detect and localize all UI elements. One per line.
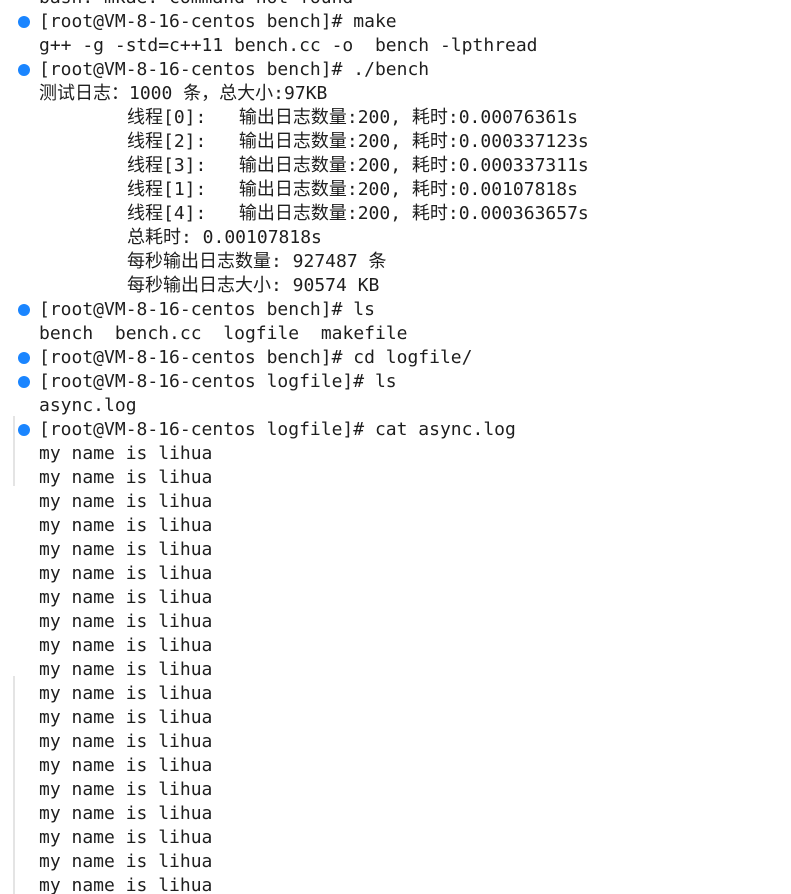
line-text: 线程[2]: 输出日志数量:200, 耗时:0.000337123s bbox=[127, 131, 589, 152]
line-text: [root@VM-8-16-centos logfile]# ls bbox=[39, 371, 397, 392]
line-text: my name is lihua bbox=[39, 491, 213, 512]
line-text: [root@VM-8-16-centos bench]# make bbox=[39, 11, 397, 32]
line-text: [root@VM-8-16-centos bench]# cd logfile/ bbox=[39, 347, 473, 368]
ls-entry-plain: bench.cc bbox=[114, 323, 202, 344]
output-line: my name is lihua bbox=[0, 562, 791, 586]
ls-output-line: bench bench.cc logfile makefile bbox=[0, 322, 791, 346]
output-line: my name is lihua bbox=[0, 874, 791, 894]
output-line: my name is lihua bbox=[0, 802, 791, 826]
line-text: 线程[3]: 输出日志数量:200, 耗时:0.000337311s bbox=[127, 155, 589, 176]
line-text: bash: mkae: command not found bbox=[39, 0, 353, 8]
line-text: g++ -g -std=c++11 bench.cc -o bench -lpt… bbox=[39, 35, 538, 56]
command-line: [root@VM-8-16-centos bench]# make bbox=[0, 10, 791, 34]
output-line: 每秒输出日志数量: 927487 条 bbox=[0, 250, 791, 274]
line-text: my name is lihua bbox=[39, 875, 213, 894]
line-text: my name is lihua bbox=[39, 539, 213, 560]
scroll-gutter-marker bbox=[13, 676, 15, 894]
line-text: my name is lihua bbox=[39, 707, 213, 728]
line-text: my name is lihua bbox=[39, 467, 213, 488]
command-status-dot-icon[interactable] bbox=[18, 376, 30, 388]
line-text: my name is lihua bbox=[39, 779, 213, 800]
output-line: 总耗时: 0.00107818s bbox=[0, 226, 791, 250]
output-line: async.log bbox=[0, 394, 791, 418]
line-text: my name is lihua bbox=[39, 803, 213, 824]
output-line: my name is lihua bbox=[0, 610, 791, 634]
line-text: my name is lihua bbox=[39, 587, 213, 608]
terminal-panel[interactable]: bash: mkae: command not found [root@VM-8-… bbox=[0, 0, 791, 894]
output-line: my name is lihua bbox=[0, 682, 791, 706]
command-line: [root@VM-8-16-centos bench]# ./bench bbox=[0, 58, 791, 82]
output-line: my name is lihua bbox=[0, 850, 791, 874]
line-text: 线程[1]: 输出日志数量:200, 耗时:0.00107818s bbox=[127, 179, 578, 200]
line-text: [root@VM-8-16-centos logfile]# cat async… bbox=[39, 419, 516, 440]
command-status-dot-icon[interactable] bbox=[18, 64, 30, 76]
ls-entry-executable: bench bbox=[39, 323, 94, 344]
line-text: my name is lihua bbox=[39, 611, 213, 632]
ls-entry-plain: makefile bbox=[320, 323, 408, 344]
output-line: my name is lihua bbox=[0, 514, 791, 538]
line-text: my name is lihua bbox=[39, 827, 213, 848]
command-line: [root@VM-8-16-centos bench]# cd logfile/ bbox=[0, 346, 791, 370]
terminal-output: bash: mkae: command not found [root@VM-8-… bbox=[0, 0, 791, 894]
output-line: 测试日志：1000 条，总大小:97KB bbox=[0, 82, 791, 106]
line-text: 测试日志：1000 条，总大小:97KB bbox=[39, 83, 328, 104]
command-line: [root@VM-8-16-centos bench]# ls bbox=[0, 298, 791, 322]
line-text: my name is lihua bbox=[39, 755, 213, 776]
output-line: g++ -g -std=c++11 bench.cc -o bench -lpt… bbox=[0, 34, 791, 58]
output-line: 线程[4]: 输出日志数量:200, 耗时:0.000363657s bbox=[0, 202, 791, 226]
output-line: 线程[0]: 输出日志数量:200, 耗时:0.00076361s bbox=[0, 106, 791, 130]
line-text: my name is lihua bbox=[39, 443, 213, 464]
line-text: my name is lihua bbox=[39, 731, 213, 752]
output-line: 每秒输出日志大小: 90574 KB bbox=[0, 274, 791, 298]
output-line: my name is lihua bbox=[0, 466, 791, 490]
output-line: my name is lihua bbox=[0, 778, 791, 802]
line-text: async.log bbox=[39, 395, 137, 416]
line-text: 总耗时: 0.00107818s bbox=[127, 227, 322, 248]
output-line: my name is lihua bbox=[0, 490, 791, 514]
line-text: 每秒输出日志数量: 927487 条 bbox=[127, 251, 387, 272]
line-text: my name is lihua bbox=[39, 683, 213, 704]
line-text: 线程[4]: 输出日志数量:200, 耗时:0.000363657s bbox=[127, 203, 589, 224]
output-line: my name is lihua bbox=[0, 538, 791, 562]
line-text: [root@VM-8-16-centos bench]# ./bench bbox=[39, 59, 430, 80]
output-line: my name is lihua bbox=[0, 706, 791, 730]
scroll-gutter-marker bbox=[13, 416, 15, 486]
line-text: my name is lihua bbox=[39, 635, 213, 656]
line-text: 每秒输出日志大小: 90574 KB bbox=[127, 275, 380, 296]
output-line: my name is lihua bbox=[0, 754, 791, 778]
command-status-dot-icon[interactable] bbox=[18, 16, 30, 28]
command-status-dot-icon[interactable] bbox=[18, 304, 30, 316]
line-text: my name is lihua bbox=[39, 563, 213, 584]
output-line: my name is lihua bbox=[0, 634, 791, 658]
ls-entry-directory: logfile bbox=[223, 323, 300, 344]
line-text: my name is lihua bbox=[39, 851, 213, 872]
line-text: my name is lihua bbox=[39, 659, 213, 680]
output-line: 线程[2]: 输出日志数量:200, 耗时:0.000337123s bbox=[0, 130, 791, 154]
output-line: my name is lihua bbox=[0, 586, 791, 610]
line-text: [root@VM-8-16-centos bench]# ls bbox=[39, 299, 375, 320]
command-line: [root@VM-8-16-centos logfile]# ls bbox=[0, 370, 791, 394]
output-line: my name is lihua bbox=[0, 658, 791, 682]
output-line: my name is lihua bbox=[0, 442, 791, 466]
output-line: 线程[1]: 输出日志数量:200, 耗时:0.00107818s bbox=[0, 178, 791, 202]
command-line: [root@VM-8-16-centos logfile]# cat async… bbox=[0, 418, 791, 442]
output-line: my name is lihua bbox=[0, 730, 791, 754]
command-status-dot-icon[interactable] bbox=[18, 352, 30, 364]
line-text: 线程[0]: 输出日志数量:200, 耗时:0.00076361s bbox=[127, 107, 578, 128]
line-text: my name is lihua bbox=[39, 515, 213, 536]
output-line: 线程[3]: 输出日志数量:200, 耗时:0.000337311s bbox=[0, 154, 791, 178]
output-line: my name is lihua bbox=[0, 826, 791, 850]
command-line: bash: mkae: command not found bbox=[0, 0, 791, 10]
command-status-dot-icon[interactable] bbox=[18, 424, 30, 436]
